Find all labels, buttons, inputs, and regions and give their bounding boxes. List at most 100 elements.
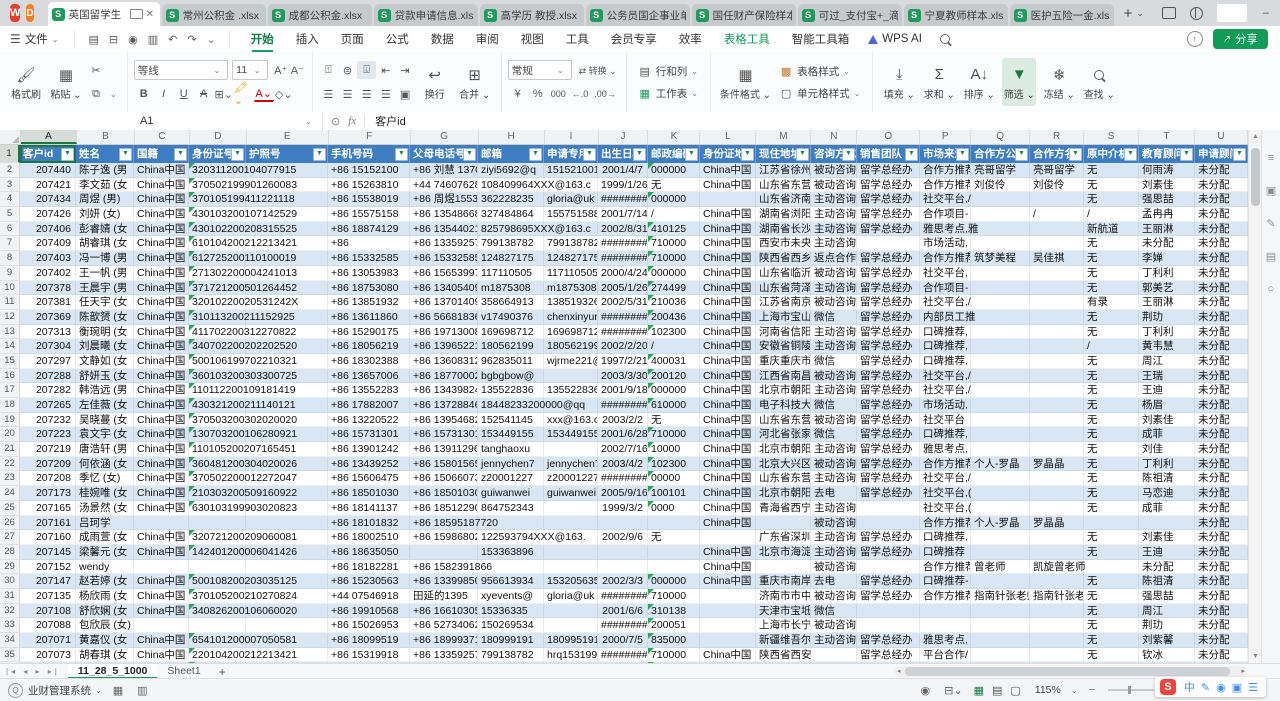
- file-tab[interactable]: S成都公积金.xlsx: [268, 4, 372, 26]
- chevron-down-icon[interactable]: ⌄: [207, 33, 216, 46]
- cell[interactable]: 340702200202202520: [189, 339, 246, 354]
- cell[interactable]: 169698712: [478, 325, 544, 340]
- cell[interactable]: +86 15026953: [328, 618, 410, 633]
- cell[interactable]: 王丽淋: [1139, 222, 1195, 237]
- cell[interactable]: 包欣辰 (女): [76, 618, 134, 633]
- cell[interactable]: 未分配: [1195, 633, 1248, 648]
- cell[interactable]: 400031: [648, 354, 700, 369]
- font-color-icon[interactable]: A⌄: [254, 86, 274, 102]
- justify-icon[interactable]: ☰: [376, 85, 395, 103]
- cell[interactable]: 320311200104077915: [189, 163, 246, 178]
- cell[interactable]: China中国: [134, 222, 189, 237]
- mic-icon[interactable]: ◉: [1216, 681, 1226, 694]
- cell[interactable]: China中国: [134, 662, 189, 663]
- cell[interactable]: 强思喆: [1139, 192, 1195, 207]
- cell[interactable]: 陕西省西安: [756, 648, 811, 663]
- cell[interactable]: [1030, 471, 1084, 486]
- cell[interactable]: [410, 545, 478, 560]
- cell[interactable]: 未分配: [1195, 618, 1248, 633]
- sort-button[interactable]: A↓ 排序 ⌄: [962, 58, 996, 106]
- cell[interactable]: China中国: [134, 178, 189, 193]
- cell[interactable]: 150269534: [478, 618, 544, 633]
- cell[interactable]: +86 15319918: [328, 648, 410, 663]
- cell[interactable]: 左佳薇 (女: [76, 398, 134, 413]
- align-middle-icon[interactable]: ⊜: [338, 61, 357, 79]
- cell[interactable]: 2002/5/31: [598, 295, 648, 310]
- cell[interactable]: China中国: [134, 383, 189, 398]
- cell[interactable]: 重庆市南岸: [756, 574, 811, 589]
- scroll-left-icon[interactable]: ◂: [897, 666, 901, 677]
- cell[interactable]: 18448233200000@qq: [478, 398, 544, 413]
- redo-icon[interactable]: ↷: [187, 33, 196, 46]
- cell[interactable]: +86 52734062: [410, 618, 478, 633]
- cell[interactable]: 207409: [20, 236, 76, 251]
- cell[interactable]: 杨欣雨 (女: [76, 589, 134, 604]
- cell[interactable]: 未分配: [1139, 560, 1195, 575]
- file-tab[interactable]: S公务员国企事业单: [586, 4, 690, 26]
- cell[interactable]: 200436: [648, 310, 700, 325]
- cell[interactable]: 未分配: [1195, 574, 1248, 589]
- row-header[interactable]: 14: [0, 339, 20, 354]
- cell[interactable]: +86 18099519: [328, 633, 410, 648]
- column-header-Q[interactable]: Q: [971, 130, 1030, 144]
- cell[interactable]: 2005/9/16: [598, 486, 648, 501]
- cell[interactable]: +86 1533258500: [410, 251, 478, 266]
- cell[interactable]: +86 13439252: [328, 457, 410, 472]
- cell[interactable]: 周煜 (男): [76, 192, 134, 207]
- italic-button[interactable]: I: [154, 85, 174, 103]
- align-top-icon[interactable]: ⍐: [319, 61, 338, 79]
- cell[interactable]: 新航道: [1084, 222, 1139, 237]
- cell[interactable]: +86 1354402198: [410, 222, 478, 237]
- cell[interactable]: 王瑞: [1139, 369, 1195, 384]
- cell[interactable]: 102300: [648, 325, 700, 340]
- cell[interactable]: 舒欣娴 (女: [76, 604, 134, 619]
- cell[interactable]: 陈歆赟 (女: [76, 310, 134, 325]
- cell[interactable]: 1999/1/26: [598, 178, 648, 193]
- page-break-view-icon[interactable]: ▢: [1010, 684, 1020, 697]
- cell[interactable]: 未分配: [1195, 207, 1248, 222]
- cell[interactable]: [598, 545, 648, 560]
- cell[interactable]: m1875308: [544, 281, 598, 296]
- zoom-slider[interactable]: [1108, 689, 1154, 691]
- format-painter-button[interactable]: 🖌 格式刷: [9, 58, 43, 106]
- cell[interactable]: 207232: [20, 413, 76, 428]
- cell[interactable]: [1030, 604, 1084, 619]
- header-cell[interactable]: 申请专用▼: [544, 145, 598, 163]
- cell[interactable]: 207434: [20, 192, 76, 207]
- cell[interactable]: 市场活动,: [920, 236, 971, 251]
- cell[interactable]: +86 1340540988: [410, 281, 478, 296]
- column-header-J[interactable]: J: [599, 130, 649, 144]
- cell[interactable]: 黄韦慧: [1139, 339, 1195, 354]
- cell[interactable]: [1030, 325, 1084, 340]
- percent-icon[interactable]: %: [528, 85, 548, 103]
- row-header[interactable]: 4: [0, 192, 20, 207]
- header-cell[interactable]: 邮政编码▼: [648, 145, 700, 163]
- cell[interactable]: +86 1396522100: [410, 339, 478, 354]
- cell[interactable]: jennychen7: [478, 457, 544, 472]
- cell[interactable]: China中国: [700, 413, 756, 428]
- cell[interactable]: wendy: [76, 560, 134, 575]
- row-header[interactable]: 16: [0, 369, 20, 384]
- cell[interactable]: +86 18595187720: [410, 516, 478, 531]
- conditional-format-button[interactable]: ▦ 条件格式 ⌄: [720, 58, 771, 106]
- cell[interactable]: 留学总经办: [857, 457, 920, 472]
- cell[interactable]: +86 15152100: [328, 163, 410, 178]
- cell[interactable]: 合作方推荐: [920, 560, 971, 575]
- cell[interactable]: China中国: [700, 442, 756, 457]
- cell[interactable]: 指南针张老师: [1030, 589, 1084, 604]
- row-header[interactable]: 5: [0, 207, 20, 222]
- cell[interactable]: 未分配: [1195, 471, 1248, 486]
- row-header[interactable]: 3: [0, 178, 20, 193]
- cell[interactable]: 平台合作/: [920, 648, 971, 663]
- cell[interactable]: +86 1877000215: [410, 369, 478, 384]
- cell[interactable]: 留学总经办: [857, 471, 920, 486]
- cell[interactable]: 未分配: [1195, 413, 1248, 428]
- column-header-K[interactable]: K: [648, 130, 700, 144]
- cell[interactable]: 河南省信阳: [756, 325, 811, 340]
- cell[interactable]: 220104200212213421: [189, 648, 246, 663]
- cell[interactable]: 430103200107142529: [189, 207, 246, 222]
- row-header[interactable]: 13: [0, 325, 20, 340]
- upgrade-icon[interactable]: ↑: [1187, 31, 1203, 47]
- cell[interactable]: +86 周煜155380: [410, 192, 478, 207]
- filter-button[interactable]: ▼ 筛选 ⌄: [1002, 58, 1036, 106]
